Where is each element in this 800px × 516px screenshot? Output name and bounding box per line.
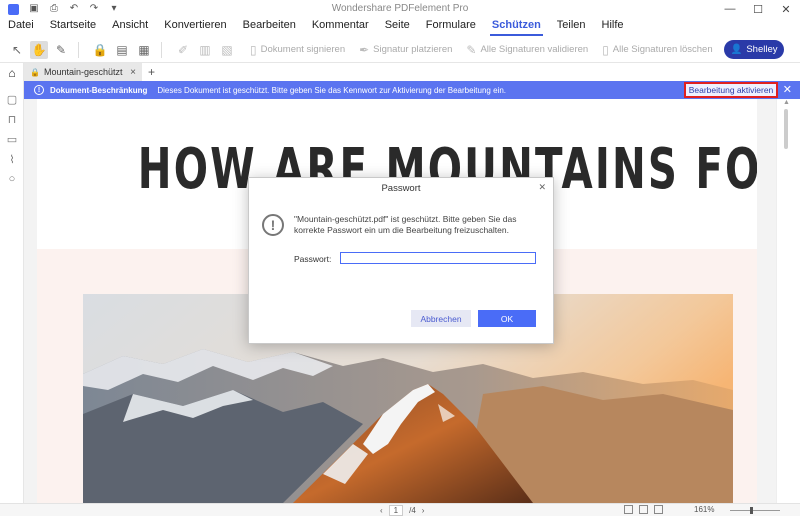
thumbnails-icon[interactable]: ▢ <box>0 89 24 109</box>
vertical-scrollbar[interactable]: ▲ <box>776 99 800 503</box>
document-tab-bar: 🔒 Mountain-geschützt × + <box>24 63 800 81</box>
close-notice-icon[interactable]: ✕ <box>783 83 792 96</box>
undo-icon[interactable]: ↶ <box>69 4 79 14</box>
warning-icon: ! <box>262 214 284 236</box>
menu-teilen[interactable]: Teilen <box>549 18 594 35</box>
place-signature-label: Signatur platzieren <box>373 44 453 55</box>
delete-signatures-label: Alle Signaturen löschen <box>612 44 713 55</box>
lock-icon[interactable]: 🔒 <box>91 41 109 59</box>
close-tab-icon[interactable]: × <box>130 67 136 78</box>
quick-access-toolbar: ▣ ⎙ ↶ ↷ ▾ <box>0 3 119 15</box>
zoom-slider[interactable] <box>730 507 780 514</box>
toolbar-divider <box>161 41 162 58</box>
notice-label: Dokument-Beschränkung <box>50 85 148 95</box>
prev-page-icon[interactable]: ‹ <box>380 506 383 515</box>
dialog-message: "Mountain-geschützt.pdf" ist geschützt. … <box>294 214 517 235</box>
hand-tool-icon[interactable]: ✋ <box>30 40 48 59</box>
protect-document-icon[interactable]: ▤ <box>113 41 131 59</box>
select-tool-icon[interactable]: ↖ <box>8 41 26 59</box>
password-dialog: Passwort ✕ ! "Mountain-geschützt.pdf" is… <box>248 177 554 344</box>
page-navigator: ‹ 1 /4 › <box>380 505 424 516</box>
single-page-view-icon[interactable] <box>624 505 633 514</box>
cancel-button[interactable]: Abbrechen <box>411 310 471 327</box>
title-bar: ▣ ⎙ ↶ ↷ ▾ Wondershare PDFelement Pro — ☐… <box>0 0 800 18</box>
edit-tool-icon[interactable]: ✎ <box>52 41 70 59</box>
menu-konvertieren[interactable]: Konvertieren <box>156 18 234 35</box>
mark-redaction-icon: ✐ <box>177 42 189 57</box>
scrollbar-thumb[interactable] <box>784 109 788 149</box>
close-dialog-icon[interactable]: ✕ <box>538 182 546 193</box>
left-panel-rail: ⌂ ▢ ⊓ ▭ ⌇ ○ <box>0 63 24 516</box>
tab-mountain-document[interactable]: 🔒 Mountain-geschützt × <box>24 63 142 81</box>
validate-signatures-button[interactable]: ✎ Alle Signaturen validieren <box>466 43 588 57</box>
password-label: Passwort: <box>294 254 332 264</box>
restriction-notice-bar: ! Dokument-Beschränkung Dieses Dokument … <box>24 81 800 99</box>
info-icon: ! <box>34 85 44 95</box>
close-button[interactable]: ✕ <box>772 0 800 18</box>
dialog-title: Passwort <box>381 183 421 194</box>
enable-editing-button[interactable]: Bearbeitung aktivieren <box>684 82 778 98</box>
toolbar-divider <box>78 41 79 58</box>
next-page-icon[interactable]: › <box>422 506 425 515</box>
zoom-slider-handle[interactable] <box>750 507 753 514</box>
minimize-button[interactable]: — <box>716 0 744 18</box>
menu-schuetzen[interactable]: Schützen <box>484 18 549 36</box>
comment-icon[interactable]: ▭ <box>0 129 24 149</box>
status-bar: ‹ 1 /4 › 161% <box>0 503 800 516</box>
two-page-view-icon[interactable] <box>654 505 663 514</box>
app-logo-icon <box>8 3 19 15</box>
validate-signatures-label: Alle Signaturen validieren <box>480 44 589 55</box>
ok-button[interactable]: OK <box>478 310 536 327</box>
menu-datei[interactable]: Datei <box>0 18 42 35</box>
delete-signatures-icon: ▯ <box>602 42 609 57</box>
sign-document-icon: ▯ <box>250 42 257 57</box>
user-icon: 👤 <box>730 44 743 55</box>
bookmark-icon[interactable]: ⊓ <box>0 109 24 129</box>
scroll-up-icon[interactable]: ▲ <box>783 99 790 106</box>
menu-bearbeiten[interactable]: Bearbeiten <box>235 18 304 35</box>
menu-kommentar[interactable]: Kommentar <box>304 18 377 35</box>
continuous-view-icon[interactable] <box>639 505 648 514</box>
lock-icon: 🔒 <box>30 67 40 77</box>
user-account-button[interactable]: 👤 Shelley <box>724 40 784 59</box>
menu-hilfe[interactable]: Hilfe <box>594 18 632 35</box>
search-icon[interactable]: ○ <box>0 169 24 189</box>
attachment-icon[interactable]: ⌇ <box>0 149 24 169</box>
window-title: Wondershare PDFelement Pro <box>331 3 469 14</box>
window-controls: — ☐ ✕ <box>716 0 800 18</box>
tab-title: Mountain-geschützt <box>43 67 123 77</box>
user-name: Shelley <box>746 44 778 55</box>
redact-icon[interactable]: ▦ <box>135 41 153 59</box>
customize-dropdown-icon[interactable]: ▾ <box>109 4 119 14</box>
add-tab-button[interactable]: + <box>148 65 155 79</box>
redo-icon[interactable]: ↷ <box>89 4 99 14</box>
sign-document-button[interactable]: ▯ Dokument signieren <box>250 43 345 57</box>
save-icon[interactable]: ▣ <box>29 4 39 14</box>
ribbon-toolbar: ↖ ✋ ✎ 🔒 ▤ ▦ ✐ ▥ ▧ ▯ Dokument signieren ✒… <box>0 37 800 63</box>
page-total: /4 <box>409 506 416 515</box>
menu-startseite[interactable]: Startseite <box>42 18 104 35</box>
current-page-input[interactable]: 1 <box>388 505 404 516</box>
menu-ansicht[interactable]: Ansicht <box>104 18 156 35</box>
menu-bar: Datei Startseite Ansicht Konvertieren Be… <box>0 18 800 36</box>
apply-redaction-icon: ▥ <box>199 42 211 57</box>
validate-signatures-icon: ✎ <box>466 42 477 57</box>
place-signature-button[interactable]: ✒ Signatur platzieren <box>359 43 452 57</box>
menu-seite[interactable]: Seite <box>377 18 418 35</box>
menu-formulare[interactable]: Formulare <box>418 18 484 35</box>
maximize-button[interactable]: ☐ <box>744 0 772 18</box>
search-redact-icon: ▧ <box>221 42 233 57</box>
place-signature-icon: ✒ <box>359 42 370 57</box>
home-icon[interactable]: ⌂ <box>0 63 24 83</box>
zoom-level: 161% <box>694 505 715 514</box>
delete-signatures-button[interactable]: ▯ Alle Signaturen löschen <box>602 43 712 57</box>
sign-document-label: Dokument signieren <box>260 44 346 55</box>
print-icon[interactable]: ⎙ <box>49 4 59 14</box>
view-mode-buttons <box>624 505 663 514</box>
notice-message: Dieses Dokument ist geschützt. Bitte geb… <box>157 85 506 95</box>
password-input[interactable] <box>340 252 536 264</box>
